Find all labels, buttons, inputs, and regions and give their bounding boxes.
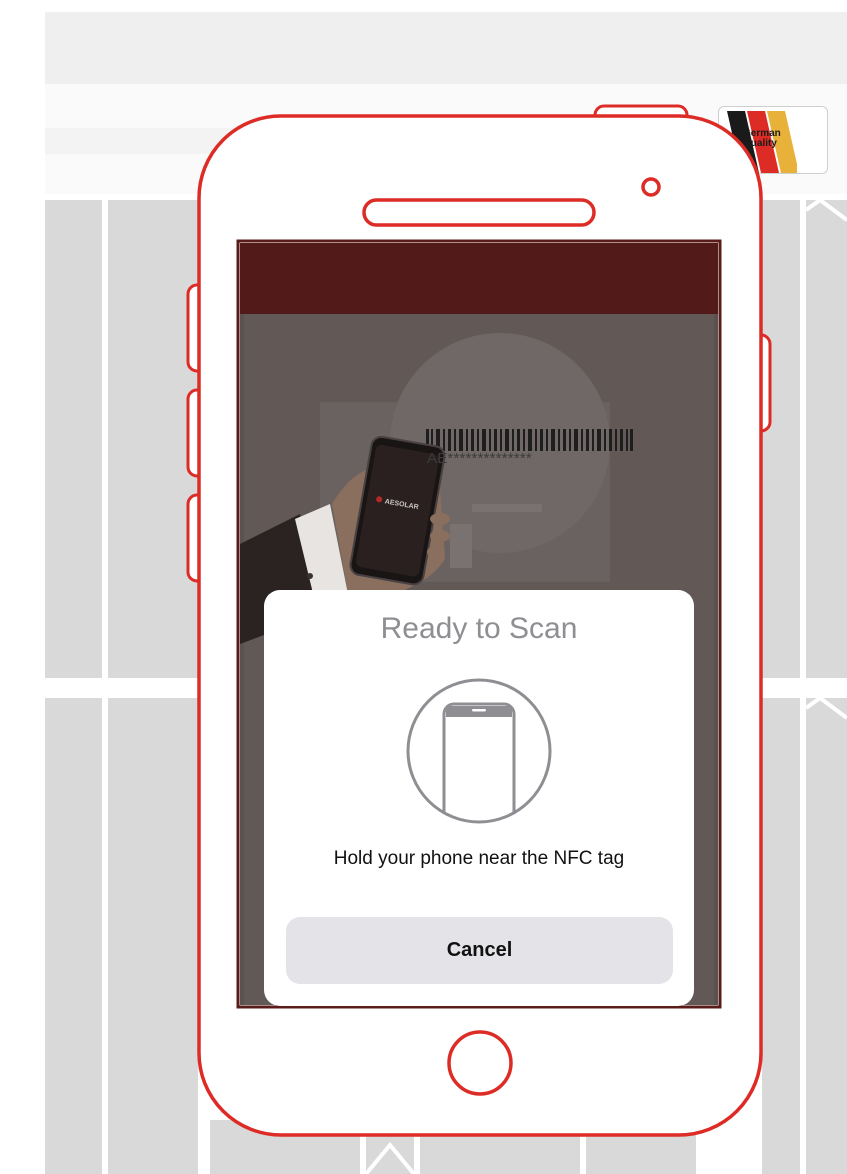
- cancel-button[interactable]: Cancel: [286, 917, 673, 984]
- sheet-message: Hold your phone near the NFC tag: [333, 848, 625, 869]
- phone-icon: [406, 678, 552, 824]
- sheet-title: Ready to Scan: [380, 612, 578, 645]
- nfc-scan-sheet: Ready to Scan Hold your phone near the N…: [264, 590, 694, 1006]
- barcode-serial-text: AE**************: [427, 450, 532, 467]
- app-header-bar: [240, 243, 718, 314]
